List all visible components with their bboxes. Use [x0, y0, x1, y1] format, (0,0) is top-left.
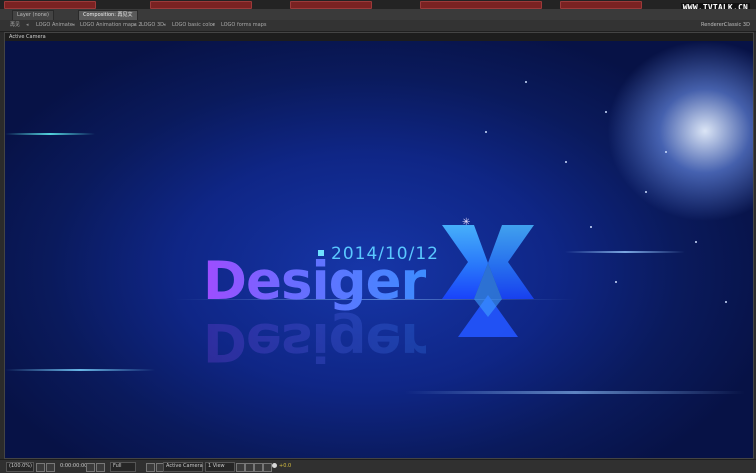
renderer-label: Renderer:: [701, 22, 726, 28]
view-layout-value: 1 View: [208, 463, 225, 469]
tab-layer[interactable]: Layer (none): [12, 10, 54, 20]
logo-word: Desiger: [203, 251, 427, 312]
background-tab: [560, 1, 642, 9]
flow-arrow-icon: ◂: [212, 22, 215, 28]
flow-arrow-icon: ◂: [133, 22, 136, 28]
background-tab: [150, 1, 252, 9]
snapshot-icon[interactable]: [86, 463, 95, 472]
light-streak: [5, 369, 155, 371]
region-of-interest-icon[interactable]: [146, 463, 155, 472]
flow-item[interactable]: LOGO basic color: [172, 20, 215, 31]
flow-arrow-icon: ◂: [163, 22, 166, 28]
star: [615, 281, 617, 283]
composition-viewer-panel: Active Camera 2014/10/12 Desiger Desiger…: [4, 32, 754, 459]
viewer-controls-bar: (100.0%) 0:00:00:00 Full Active Camera 1…: [0, 459, 756, 473]
star: [605, 111, 607, 113]
toggle-pixel-aspect-icon[interactable]: [236, 463, 245, 472]
zoom-value: (100.0%): [9, 463, 32, 469]
composition-viewer[interactable]: 2014/10/12 Desiger Desiger ✳: [5, 41, 753, 458]
flow-arrow-icon: ◂: [72, 22, 75, 28]
flow-item[interactable]: 再见: [10, 20, 20, 31]
star: [525, 81, 527, 83]
light-streak: [5, 133, 95, 135]
logo-word-reflection: Desiger: [203, 311, 426, 372]
flow-item[interactable]: LOGO 3D: [141, 20, 164, 31]
background-tab: [420, 1, 542, 9]
star: [695, 241, 697, 243]
safe-margins-icon[interactable]: [46, 463, 55, 472]
camera-view-value: Active Camera: [166, 463, 203, 469]
timeline-icon[interactable]: [254, 463, 263, 472]
background-tab: [290, 1, 372, 9]
fast-previews-icon[interactable]: [245, 463, 254, 472]
star: [645, 191, 647, 193]
star: [665, 151, 667, 153]
star: [725, 301, 727, 303]
composition-navigator: 再见 ◂ LOGO Animate ◂ LOGO Animation maps …: [0, 20, 756, 32]
grid-icon[interactable]: [36, 463, 45, 472]
exposure-value[interactable]: +0.0: [279, 462, 291, 471]
flow-arrow-icon: ◂: [26, 22, 29, 28]
flow-item[interactable]: LOGO forms maps: [221, 20, 267, 31]
viewer-camera-label: Active Camera: [9, 34, 46, 40]
star: [485, 131, 487, 133]
star: [590, 226, 592, 228]
resolution-value: Full: [113, 463, 122, 469]
flow-item[interactable]: LOGO Animate: [36, 20, 73, 31]
reset-exposure-icon[interactable]: [272, 463, 277, 468]
renderer-value[interactable]: Classic 3D: [724, 20, 750, 31]
light-streak: [405, 391, 745, 394]
light-streak: [565, 251, 685, 253]
x-logo-icon: [442, 225, 534, 337]
background-tab: [4, 1, 96, 9]
tab-composition[interactable]: Composition: 再见文: [78, 10, 138, 20]
flowchart-icon[interactable]: [263, 463, 272, 472]
top-strip: WWW.TVTALK.CN: [0, 0, 756, 12]
star: [565, 161, 567, 163]
timecode[interactable]: 0:00:00:00: [60, 462, 87, 471]
show-channel-icon[interactable]: [96, 463, 105, 472]
